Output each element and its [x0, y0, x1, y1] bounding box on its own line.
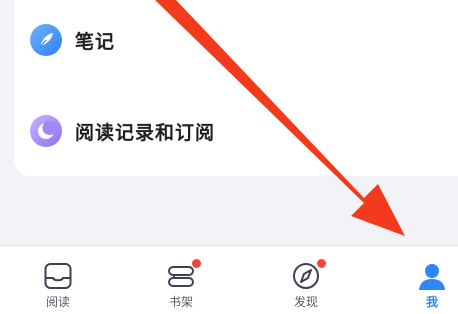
arrow-shape	[155, 0, 405, 236]
red-arrow-annotation	[155, 0, 405, 236]
